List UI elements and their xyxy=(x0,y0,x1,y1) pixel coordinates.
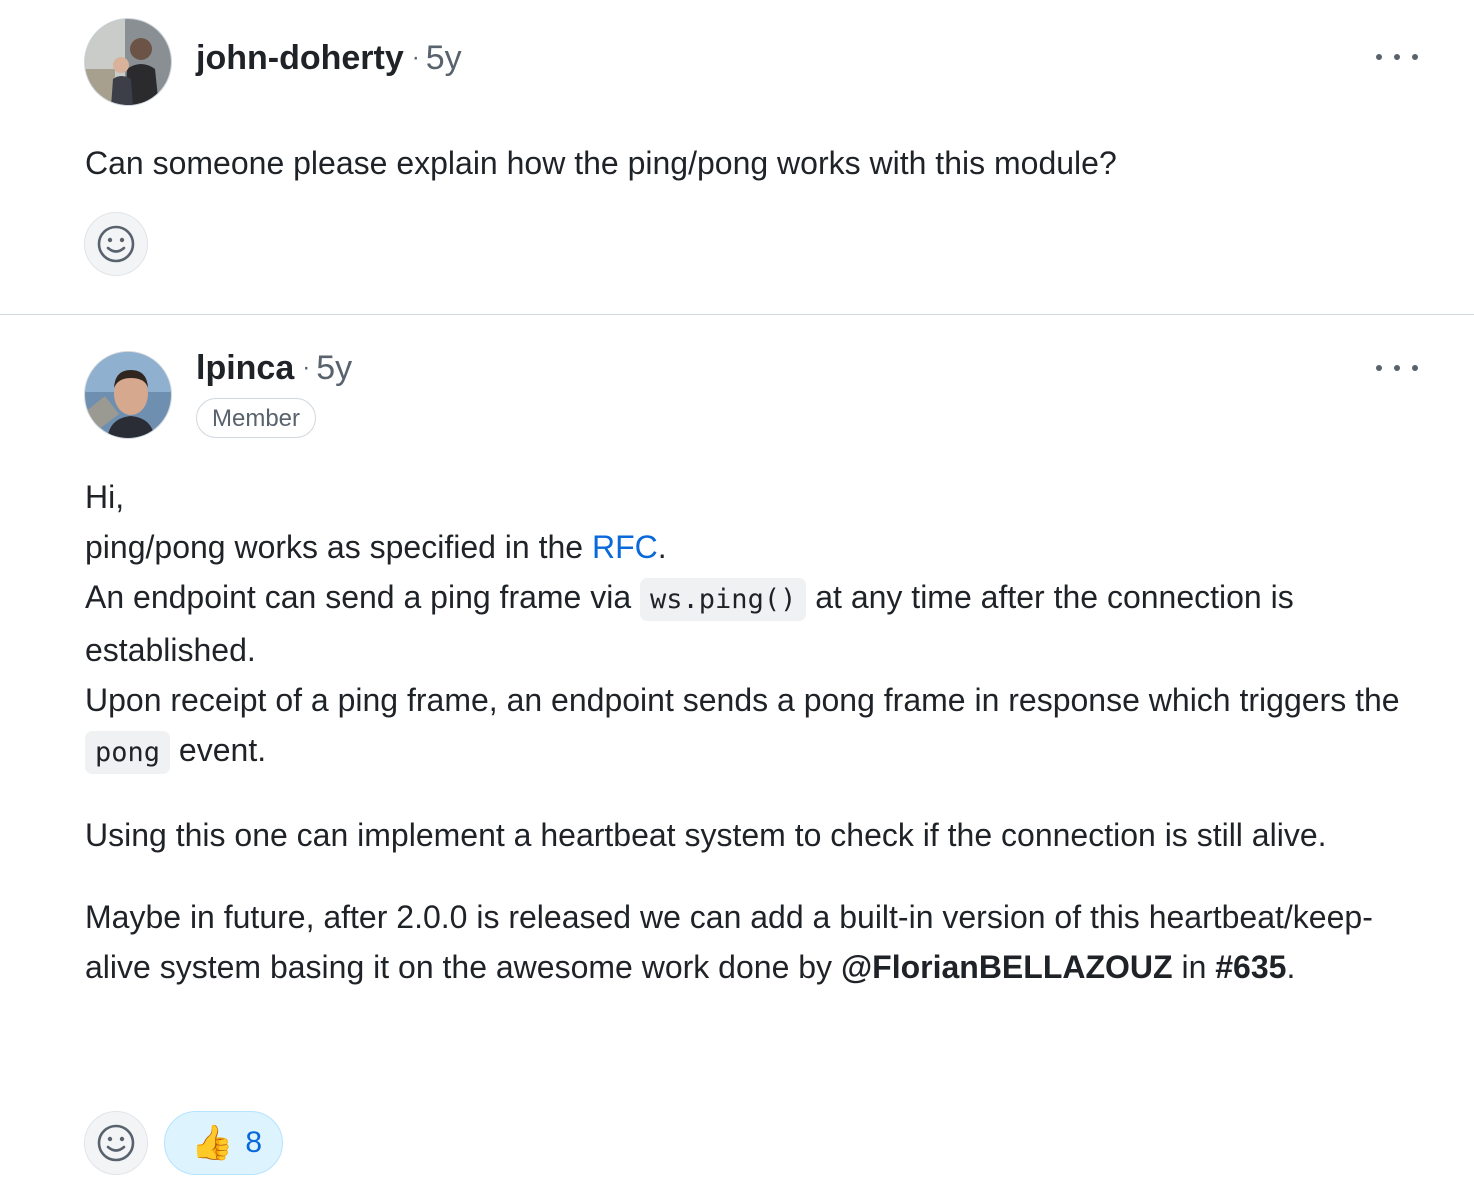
comment-body: Hi, ping/pong works as specified in the … xyxy=(85,472,1415,992)
smiley-icon xyxy=(97,1124,135,1162)
comment-text: Can someone please explain how the ping/… xyxy=(85,145,1117,181)
text-run: . xyxy=(657,529,667,565)
author-avatar[interactable] xyxy=(84,18,172,106)
timestamp[interactable]: 5y xyxy=(426,39,462,77)
separator-dot: · xyxy=(302,354,311,381)
comment-lpinca: lpinca · 5y Member Hi, ping/pong works as … xyxy=(0,315,1474,1202)
comment-paragraph: Using this one can implement a heartbeat… xyxy=(85,817,1327,853)
inline-code-ws-ping: ws.ping() xyxy=(640,578,807,621)
text-run: Upon receipt of a ping frame, an endpoin… xyxy=(85,682,1400,718)
author-avatar[interactable] xyxy=(84,351,172,439)
avatar-photo-icon xyxy=(85,19,171,105)
reaction-count: 8 xyxy=(245,1126,263,1159)
text-run: . xyxy=(1286,949,1296,985)
text-run: in xyxy=(1172,949,1216,985)
rfc-link[interactable]: RFC xyxy=(592,529,658,565)
thumbs-up-icon: 👍 xyxy=(191,1124,234,1162)
text-run: ping/pong works as specified in the xyxy=(85,529,592,565)
author-name[interactable]: john-doherty xyxy=(196,39,404,77)
text-run: event. xyxy=(170,732,267,768)
kebab-horizontal-icon[interactable] xyxy=(1376,45,1418,69)
timestamp[interactable]: 5y xyxy=(316,349,352,387)
text-run: An endpoint can send a ping frame via xyxy=(85,579,641,615)
comment-john-doherty: john-doherty · 5y Can someone please expla… xyxy=(0,0,1474,314)
inline-code-pong: pong xyxy=(85,731,171,774)
kebab-horizontal-icon[interactable] xyxy=(1376,356,1418,380)
greeting-text: Hi, xyxy=(85,479,125,515)
separator-dot: · xyxy=(411,44,420,71)
thumbs-up-reaction[interactable]: 👍 8 xyxy=(164,1111,284,1175)
author-name[interactable]: lpinca xyxy=(196,349,294,387)
author-line: john-doherty · 5y xyxy=(196,38,462,78)
author-line: lpinca · 5y xyxy=(196,348,352,388)
comment-paragraph: Maybe in future, after 2.0.0 is released… xyxy=(85,892,1415,992)
smiley-icon xyxy=(97,225,135,263)
comment-body: Can someone please explain how the ping/… xyxy=(85,138,1415,188)
add-reaction-button[interactable] xyxy=(84,1111,148,1175)
add-reaction-button[interactable] xyxy=(84,212,148,276)
member-badge: Member xyxy=(196,398,317,438)
issue-reference[interactable]: #635 xyxy=(1215,949,1286,985)
user-mention[interactable]: @FlorianBELLAZOUZ xyxy=(841,949,1173,985)
avatar-photo-icon xyxy=(85,352,171,438)
comment-paragraph: Hi, ping/pong works as specified in the … xyxy=(85,472,1415,778)
